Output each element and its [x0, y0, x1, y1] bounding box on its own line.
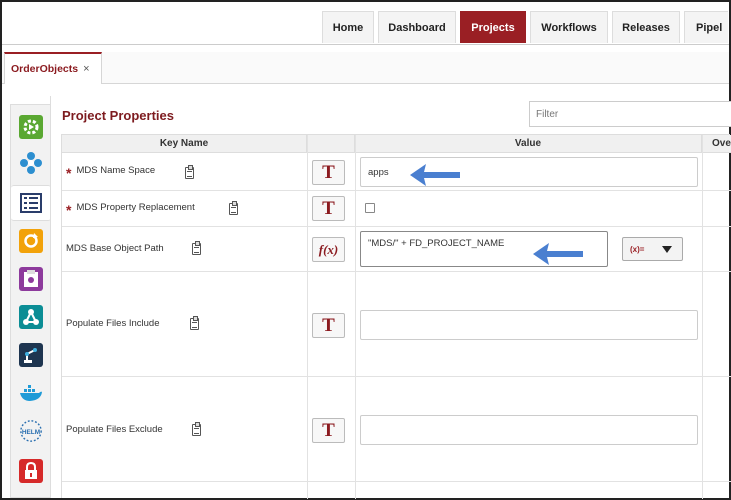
nav-pipelines[interactable]: Pipel: [684, 11, 728, 43]
header-key-name: Key Name: [62, 135, 307, 153]
integration-icon[interactable]: [19, 151, 43, 175]
nav-dashboard[interactable]: Dashboard: [378, 11, 456, 43]
clipboard-icon[interactable]: [229, 201, 238, 215]
header-type: [307, 135, 355, 153]
left-icon-rail: HELM: [10, 104, 51, 498]
property-row: * MDS Name Space T apps: [62, 153, 731, 191]
lock-icon[interactable]: [19, 459, 43, 483]
variable-dropdown-label: (x)=: [630, 244, 645, 254]
robot-arm-icon[interactable]: [19, 343, 43, 367]
header-value: Value: [355, 135, 702, 153]
filter-input[interactable]: [529, 101, 731, 127]
nav-divider: [2, 44, 729, 45]
type-text-button[interactable]: T: [312, 313, 345, 338]
variable-dropdown[interactable]: (x)=: [622, 237, 683, 261]
clipboard-icon[interactable]: [192, 241, 201, 255]
type-text-button[interactable]: T: [312, 160, 345, 185]
property-key-label: MDS Property Replacement: [76, 202, 195, 213]
value-input[interactable]: [360, 415, 698, 445]
helm-icon-text: HELM: [22, 429, 40, 436]
tab-orderobjects[interactable]: OrderObjects ×: [4, 52, 102, 84]
property-key: * MDS Name Space: [66, 164, 156, 181]
top-nav: Home Dashboard Projects Workflows Releas…: [322, 11, 731, 44]
property-key: Populate Files Include: [66, 318, 159, 329]
property-key-label: MDS Name Space: [76, 165, 156, 176]
property-key: MDS Base Object Path: [66, 243, 164, 254]
clipboard-icon[interactable]: [190, 316, 199, 330]
nav-releases[interactable]: Releases: [612, 11, 680, 43]
required-mark: *: [66, 201, 72, 218]
properties-list-icon[interactable]: [11, 185, 51, 221]
required-mark: *: [66, 164, 72, 181]
header-override: Ove: [702, 135, 731, 153]
close-icon[interactable]: ×: [83, 63, 89, 75]
property-row: Populate Files Exclude T: [62, 377, 731, 482]
type-text-button[interactable]: T: [312, 196, 345, 221]
property-key: * MDS Property Replacement: [66, 201, 195, 218]
refresh-icon[interactable]: [19, 229, 43, 253]
chevron-down-icon: [662, 245, 673, 253]
property-key-label: Populate Files Exclude: [66, 424, 163, 435]
properties-panel: Project Properties Key Name Value Ove * …: [50, 96, 731, 499]
docker-icon[interactable]: [19, 381, 43, 405]
value-checkbox[interactable]: [365, 203, 375, 213]
nav-projects[interactable]: Projects: [460, 11, 526, 43]
type-text-button[interactable]: T: [312, 418, 345, 443]
property-key-label: Populate Files Include: [66, 318, 160, 329]
property-row: MDS Base Object Path f(x) "MDS/" + FD_PR…: [62, 227, 731, 272]
nav-home[interactable]: Home: [322, 11, 374, 43]
properties-grid: Key Name Value Ove * MDS Name Space T ap…: [61, 134, 731, 499]
report-icon[interactable]: [19, 267, 43, 291]
property-key: Populate Files Exclude: [66, 424, 163, 435]
gear-icon[interactable]: [19, 115, 43, 139]
helm-icon[interactable]: HELM: [19, 419, 43, 443]
clipboard-icon[interactable]: [192, 422, 201, 436]
annotation-arrow: [410, 164, 460, 186]
property-row: * MDS Property Replacement T: [62, 191, 731, 227]
property-key-label: MDS Base Object Path: [66, 243, 164, 254]
panel-title: Project Properties: [62, 108, 174, 123]
tab-strip: OrderObjects ×: [2, 52, 729, 84]
clipboard-icon[interactable]: [185, 165, 194, 179]
property-row: Populate Files Include T: [62, 272, 731, 377]
type-function-button[interactable]: f(x): [312, 237, 345, 262]
annotation-arrow: [533, 243, 583, 265]
value-input[interactable]: [360, 310, 698, 340]
tab-label: OrderObjects: [11, 63, 79, 75]
network-icon[interactable]: [19, 305, 43, 329]
nav-workflows[interactable]: Workflows: [530, 11, 608, 43]
